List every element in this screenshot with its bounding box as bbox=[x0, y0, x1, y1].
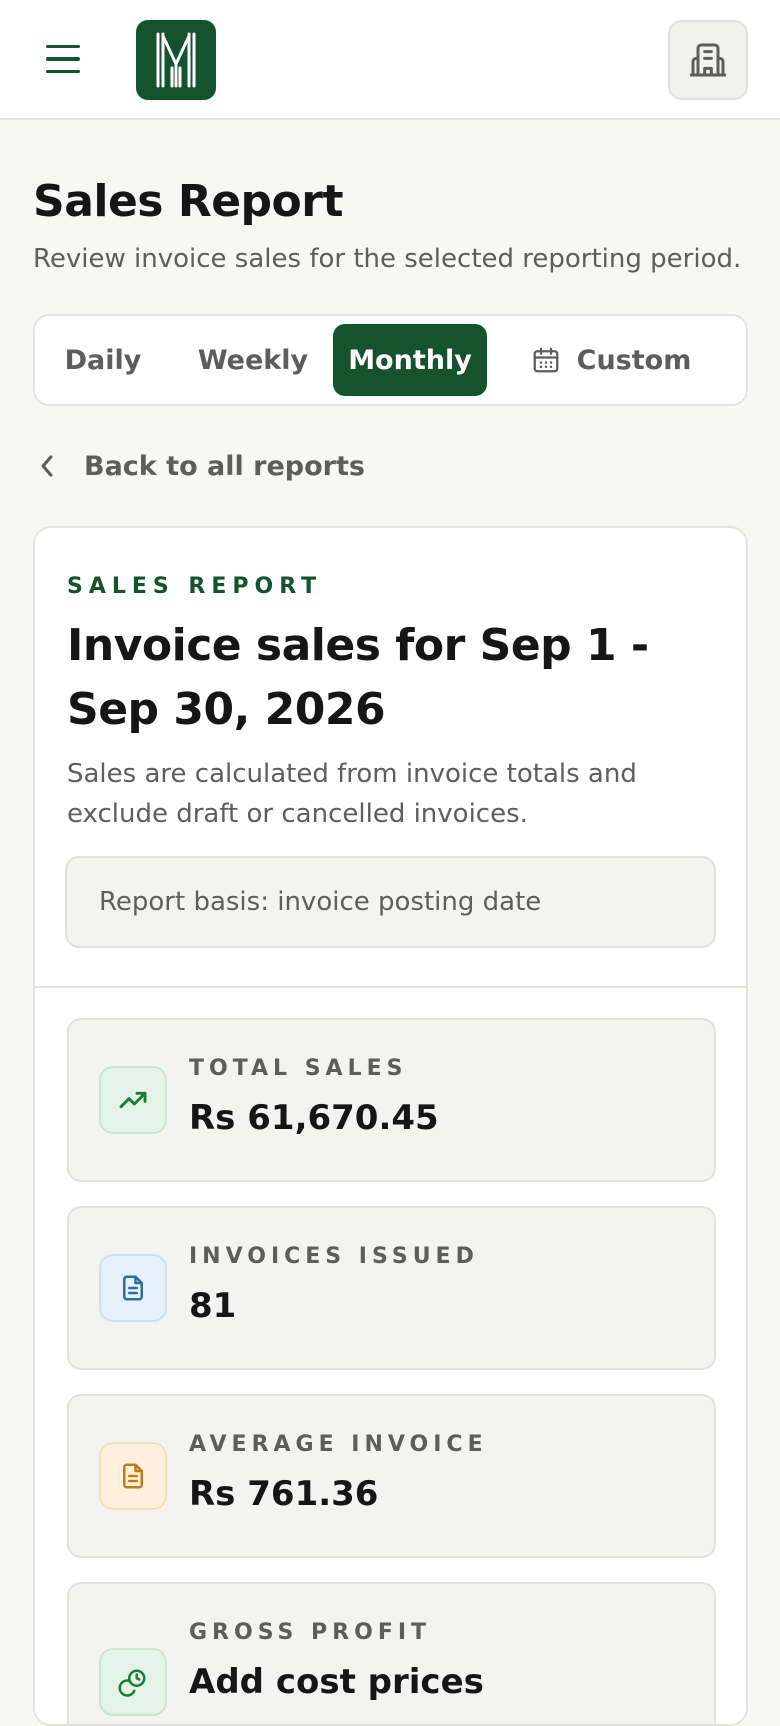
document-icon bbox=[99, 1254, 167, 1322]
tab-custom-label: Custom bbox=[576, 344, 692, 376]
back-to-reports-link[interactable]: Back to all reports bbox=[36, 444, 365, 488]
metric-label: GROSS PROFIT bbox=[189, 1620, 432, 1645]
metric-invoices-issued: INVOICES ISSUED 81 bbox=[67, 1206, 716, 1370]
metric-gross-profit: GROSS PROFIT Add cost prices bbox=[67, 1582, 716, 1724]
calendar-icon bbox=[533, 347, 559, 373]
metric-value: 81 bbox=[189, 1286, 237, 1326]
page-title: Sales Report bbox=[33, 176, 344, 227]
report-title: Invoice sales for Sep 1 - Sep 30, 2026 bbox=[67, 620, 649, 735]
logo-mark-icon bbox=[156, 32, 196, 88]
report-basis: Report basis: invoice posting date bbox=[65, 856, 716, 948]
hamburger-menu-icon[interactable] bbox=[46, 36, 98, 82]
tab-custom[interactable]: Custom bbox=[521, 324, 701, 396]
top-bar bbox=[0, 0, 780, 120]
report-eyebrow: SALES REPORT bbox=[67, 574, 323, 599]
report-basis-text: Report basis: invoice posting date bbox=[99, 887, 542, 917]
metric-value: Add cost prices bbox=[189, 1662, 484, 1702]
metric-label: TOTAL SALES bbox=[189, 1056, 408, 1081]
document-icon bbox=[99, 1442, 167, 1510]
metric-total-sales: TOTAL SALES Rs 61,670.45 bbox=[67, 1018, 716, 1182]
tab-monthly-label: Monthly bbox=[348, 344, 472, 376]
report-description: Sales are calculated from invoice totals… bbox=[67, 759, 637, 829]
store-switcher-button[interactable] bbox=[668, 20, 748, 100]
metric-label: INVOICES ISSUED bbox=[189, 1244, 479, 1269]
brand-logo[interactable] bbox=[136, 20, 216, 100]
period-tabs: Daily Weekly Monthly Custom bbox=[33, 314, 748, 406]
tab-weekly-label: Weekly bbox=[197, 344, 309, 376]
building-icon bbox=[689, 43, 727, 77]
coins-icon bbox=[99, 1648, 167, 1716]
tab-weekly[interactable]: Weekly bbox=[185, 324, 321, 396]
tab-daily-label: Daily bbox=[64, 344, 142, 376]
metric-value: Rs 761.36 bbox=[189, 1474, 379, 1514]
back-link-label: Back to all reports bbox=[84, 450, 365, 482]
metric-value: Rs 61,670.45 bbox=[189, 1098, 439, 1138]
divider bbox=[35, 986, 746, 988]
page-subtitle: Review invoice sales for the selected re… bbox=[33, 244, 742, 274]
tab-monthly[interactable]: Monthly bbox=[333, 324, 487, 396]
tab-daily[interactable]: Daily bbox=[53, 324, 153, 396]
chevron-left-icon bbox=[41, 455, 53, 477]
report-card: SALES REPORT Invoice sales for Sep 1 - S… bbox=[33, 526, 748, 1726]
metric-average-invoice: AVERAGE INVOICE Rs 761.36 bbox=[67, 1394, 716, 1558]
metric-label: AVERAGE INVOICE bbox=[189, 1432, 488, 1457]
trending-up-icon bbox=[99, 1066, 167, 1134]
